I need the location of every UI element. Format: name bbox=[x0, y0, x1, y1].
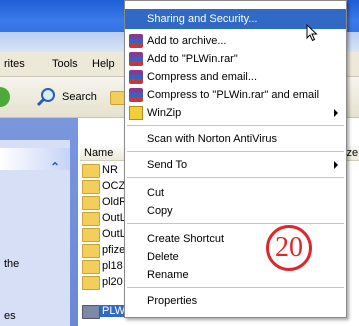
menu-item-compress-email[interactable]: Compress and email... bbox=[125, 67, 346, 87]
file-name: pl20 bbox=[102, 276, 123, 288]
menu-item-rename[interactable]: Rename bbox=[125, 265, 346, 285]
mouse-cursor-icon bbox=[306, 23, 318, 45]
task-pane-text: es bbox=[4, 310, 16, 322]
folder-icon bbox=[82, 244, 100, 258]
menu-item-create-shortcut[interactable]: Create Shortcut bbox=[125, 229, 346, 249]
folder-icon bbox=[82, 164, 100, 178]
rar-archive-icon bbox=[129, 34, 143, 48]
menu-item-label: WinZip bbox=[147, 107, 182, 119]
rar-archive-icon bbox=[129, 70, 143, 84]
file-name: OCZ bbox=[102, 180, 126, 192]
submenu-arrow-icon bbox=[334, 161, 338, 169]
column-name[interactable]: Name bbox=[84, 147, 113, 159]
menu-help[interactable]: Help bbox=[92, 58, 115, 70]
menu-item-winzip[interactable]: WinZip bbox=[125, 103, 346, 123]
menu-item-label: Add to "PLWin.rar" bbox=[147, 53, 238, 65]
folder-icon bbox=[82, 305, 100, 319]
menu-item-properties[interactable]: Properties bbox=[125, 291, 346, 311]
menu-item-delete[interactable]: Delete bbox=[125, 247, 346, 267]
menu-separator bbox=[127, 287, 344, 288]
menu-item-label: Compress to "PLWin.rar" and email bbox=[147, 89, 320, 101]
menu-item-label: Cut bbox=[147, 187, 165, 199]
file-name: OutL bbox=[102, 228, 126, 240]
menu-item-label: Delete bbox=[147, 251, 179, 263]
menu-separator bbox=[127, 125, 344, 126]
menu-item-send-to[interactable]: Send To bbox=[125, 155, 346, 175]
folder-icon bbox=[82, 180, 100, 194]
winzip-icon bbox=[129, 106, 143, 120]
menu-item-compress-to-rar-email[interactable]: Compress to "PLWin.rar" and email bbox=[125, 85, 346, 105]
search-button-label[interactable]: Search bbox=[62, 91, 97, 103]
folder-icon bbox=[82, 228, 100, 242]
submenu-arrow-icon bbox=[334, 109, 338, 117]
menu-item-label: Properties bbox=[147, 295, 198, 307]
rar-archive-icon bbox=[129, 88, 143, 102]
menu-favorites[interactable]: rites bbox=[4, 58, 25, 70]
back-arrow-icon[interactable] bbox=[0, 87, 10, 107]
menu-item-label: Create Shortcut bbox=[147, 233, 225, 245]
menu-item-label: Scan with Norton AntiVirus bbox=[147, 133, 278, 145]
folder-icon bbox=[82, 276, 100, 290]
menu-item-label: Sharing and Security... bbox=[147, 13, 258, 25]
menu-item-cut[interactable]: Cut bbox=[125, 183, 346, 203]
menu-item-copy[interactable]: Copy bbox=[125, 201, 346, 221]
menu-item-label: Add to archive... bbox=[147, 35, 227, 47]
task-pane-text: the bbox=[4, 258, 20, 270]
rar-archive-icon bbox=[129, 52, 143, 66]
folder-icon bbox=[82, 196, 100, 210]
folder-icon bbox=[82, 212, 100, 226]
menu-separator bbox=[127, 177, 344, 178]
menu-separator bbox=[127, 151, 344, 152]
menu-item-label: Rename bbox=[147, 269, 189, 281]
task-box: ⌃ the es bbox=[0, 140, 70, 326]
menu-item-norton-scan[interactable]: Scan with Norton AntiVirus bbox=[125, 129, 346, 149]
search-icon[interactable] bbox=[36, 86, 58, 108]
collapse-chevron-icon[interactable]: ⌃ bbox=[50, 160, 60, 174]
menu-item-label: Send To bbox=[147, 159, 188, 171]
file-name: NR bbox=[102, 164, 118, 176]
task-box-header[interactable]: ⌃ bbox=[0, 148, 70, 174]
file-name: OutL bbox=[102, 212, 126, 224]
menu-item-label: Compress and email... bbox=[147, 71, 258, 83]
menu-item-add-to-rar[interactable]: Add to "PLWin.rar" bbox=[125, 49, 346, 69]
file-name: pl18 bbox=[102, 260, 123, 272]
menu-item-label: Copy bbox=[147, 205, 173, 217]
step-number-badge: 20 bbox=[266, 225, 312, 271]
context-menu: Sharing and Security... Add to archive..… bbox=[124, 0, 347, 318]
menu-separator bbox=[127, 223, 344, 224]
folder-icon bbox=[82, 260, 100, 274]
menu-tools[interactable]: Tools bbox=[52, 58, 78, 70]
